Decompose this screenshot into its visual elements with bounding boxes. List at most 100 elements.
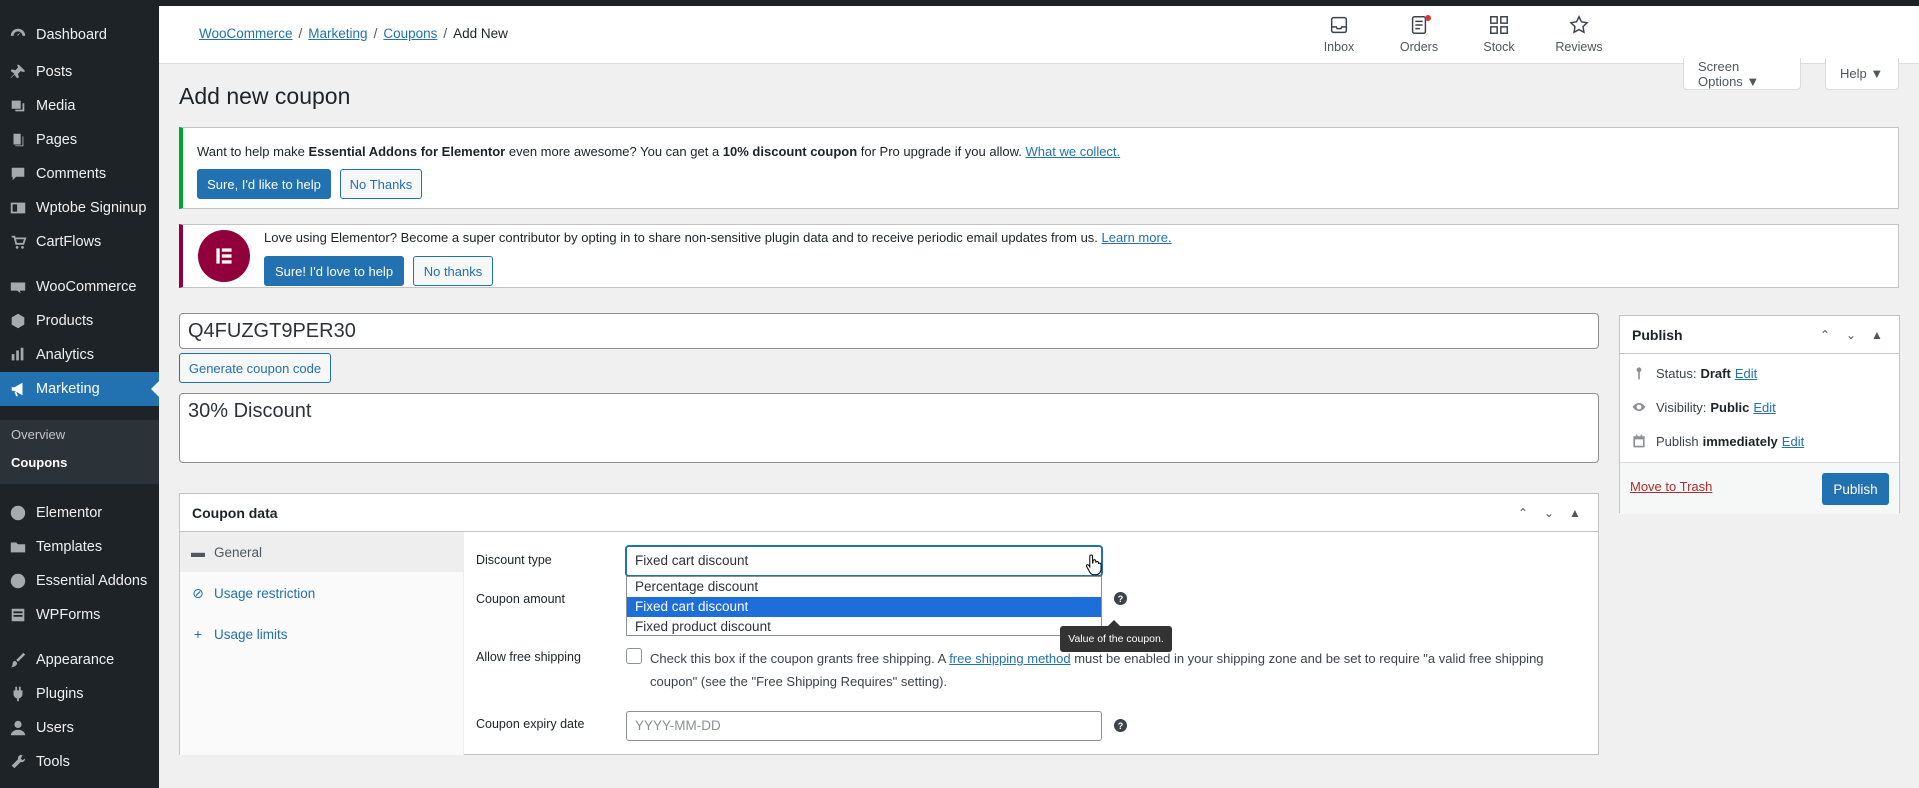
orders-button[interactable]: Orders [1389, 14, 1449, 60]
sidebar-item-label: Essential Addons [36, 573, 148, 589]
sidebar-item-marketing[interactable]: Marketing [0, 372, 159, 406]
publish-button[interactable]: Publish [1822, 473, 1889, 505]
inbox-icon [1330, 16, 1348, 34]
sidebar-item-tools[interactable]: Tools [0, 745, 159, 779]
submenu-label: Coupons [11, 454, 68, 470]
sidebar-item-wptobe[interactable]: Wptobe Signinup [0, 191, 159, 225]
coupon-amount-label: Coupon amount [476, 592, 565, 606]
no-thanks-button[interactable]: No thanks [413, 256, 493, 286]
sidebar-item-label: Elementor [36, 505, 103, 521]
sidebar-item-label: Products [36, 313, 94, 329]
move-up-icon[interactable]: ⌃ [1816, 326, 1834, 344]
option-percentage[interactable]: Percentage discount [627, 577, 1101, 597]
move-down-icon[interactable]: ⌄ [1540, 504, 1558, 522]
notice-text-part: Love using Elementor? Become a super con… [264, 230, 1102, 245]
notice-discount: 10% discount coupon [722, 144, 858, 159]
sidebar-item-woocommerce[interactable]: WooCommerce [0, 270, 159, 304]
tab-usage-restriction[interactable]: ⊘ Usage restriction [180, 573, 464, 613]
sidebar-item-appearance[interactable]: Appearance [0, 643, 159, 677]
expiry-date-input[interactable]: YYYY-MM-DD [626, 711, 1102, 741]
submenu-item-coupons[interactable]: Coupons [0, 448, 159, 476]
breadcrumb-coupons[interactable]: Coupons [383, 26, 437, 41]
analytics-icon [8, 345, 28, 365]
inbox-label: Inbox [1323, 40, 1355, 54]
sidebar-item-dashboard[interactable]: Dashboard [0, 18, 159, 52]
panel-header: Coupon data ⌃ ⌄ ▲ [180, 494, 1598, 532]
visibility-label: Visibility: [1656, 399, 1707, 415]
sidebar-item-label: WooCommerce [36, 279, 137, 295]
breadcrumb-separator: / [298, 26, 303, 41]
coupon-code-input[interactable]: Q4FUZGT9PER30 [179, 313, 1599, 349]
screen-options-button[interactable]: Screen Options ▼ [1683, 58, 1801, 90]
edit-status-link[interactable]: Edit [1735, 366, 1757, 381]
sidebar-item-label: Plugins [36, 686, 84, 702]
sidebar-item-comments[interactable]: Comments [0, 157, 159, 191]
sidebar-item-elementor[interactable]: Elementor [0, 496, 159, 530]
sidebar-item-pages[interactable]: Pages [0, 123, 159, 157]
visibility-value: Public [1710, 399, 1750, 415]
sidebar-item-label: Wptobe Signinup [36, 200, 147, 216]
sidebar-item-label: Comments [36, 166, 107, 182]
move-to-trash-link[interactable]: Move to Trash [1630, 479, 1712, 494]
sidebar-item-analytics[interactable]: Analytics [0, 338, 159, 372]
option-fixed-product[interactable]: Fixed product discount [627, 617, 1101, 637]
free-shipping-label: Allow free shipping [476, 650, 581, 664]
collapse-icon[interactable]: ▲ [1566, 504, 1584, 522]
learn-more-link[interactable]: Learn more. [1102, 230, 1172, 245]
option-fixed-cart[interactable]: Fixed cart discount [627, 597, 1101, 617]
what-we-collect-link[interactable]: What we collect. [1026, 144, 1121, 159]
breadcrumb-woocommerce[interactable]: WooCommerce [199, 26, 293, 41]
submenu-label: Overview [11, 426, 66, 442]
generate-coupon-button[interactable]: Generate coupon code [179, 353, 331, 383]
allow-tracking-button[interactable]: Sure, I'd like to help [197, 169, 331, 199]
dashboard-icon [8, 25, 28, 45]
tab-usage-limits[interactable]: + Usage limits [180, 614, 464, 654]
panel-controls: ⌃ ⌄ ▲ [1514, 504, 1584, 522]
reviews-button[interactable]: Reviews [1549, 14, 1609, 60]
tab-label: Usage restriction [214, 585, 316, 601]
comments-icon [8, 164, 28, 184]
free-shipping-checkbox[interactable] [626, 648, 642, 664]
notice-plugin-name: Essential Addons for Elementor [308, 144, 506, 159]
breadcrumb-marketing[interactable]: Marketing [308, 26, 367, 41]
sidebar-item-essential-addons[interactable]: Essential Addons [0, 564, 159, 598]
collapse-icon[interactable]: ▲ [1868, 326, 1886, 344]
active-indicator [151, 381, 159, 397]
sidebar-item-label: Users [36, 720, 74, 736]
stock-label: Stock [1483, 40, 1515, 54]
sidebar-item-templates[interactable]: Templates [0, 530, 159, 564]
edit-date-link[interactable]: Edit [1782, 434, 1804, 449]
sidebar-item-plugins[interactable]: Plugins [0, 677, 159, 711]
sidebar-item-label: Tools [36, 754, 70, 770]
sidebar-item-cartflows[interactable]: CartFlows [0, 225, 159, 259]
stock-button[interactable]: Stock [1469, 14, 1529, 60]
sidebar-item-label: WPForms [36, 607, 101, 623]
coupon-description-textarea[interactable]: 30% Discount [179, 393, 1599, 463]
sidebar-item-users[interactable]: Users [0, 711, 159, 745]
help-icon[interactable]: ? [1114, 592, 1127, 605]
plus-icon: + [193, 626, 203, 642]
panel-title: Publish [1632, 327, 1683, 343]
sidebar-item-posts[interactable]: Posts [0, 55, 159, 89]
status-value: Draft [1700, 365, 1731, 381]
essential-addons-notice: Want to help make Essential Addons for E… [179, 127, 1899, 209]
opt-in-button[interactable]: Sure! I'd love to help [264, 256, 404, 286]
no-thanks-button[interactable]: No Thanks [340, 169, 422, 199]
help-icon[interactable]: ? [1114, 719, 1127, 732]
edit-visibility-link[interactable]: Edit [1753, 400, 1775, 415]
move-down-icon[interactable]: ⌄ [1842, 326, 1860, 344]
sidebar-item-wpforms[interactable]: WPForms [0, 598, 159, 632]
pages-icon [8, 130, 28, 150]
inbox-button[interactable]: Inbox [1309, 14, 1369, 60]
sidebar-item-label: Media [36, 98, 76, 114]
sidebar-item-products[interactable]: Products [0, 304, 159, 338]
media-icon [8, 96, 28, 116]
tab-label: Usage limits [214, 626, 288, 642]
move-up-icon[interactable]: ⌃ [1514, 504, 1532, 522]
help-button[interactable]: Help ▼ [1825, 58, 1899, 90]
tab-general[interactable]: ▬ General [180, 532, 464, 572]
submenu-item-overview[interactable]: Overview [0, 420, 159, 448]
discount-type-select[interactable]: Fixed cart discount [626, 546, 1102, 576]
sidebar-item-media[interactable]: Media [0, 89, 159, 123]
free-shipping-method-link[interactable]: free shipping method [949, 651, 1070, 666]
